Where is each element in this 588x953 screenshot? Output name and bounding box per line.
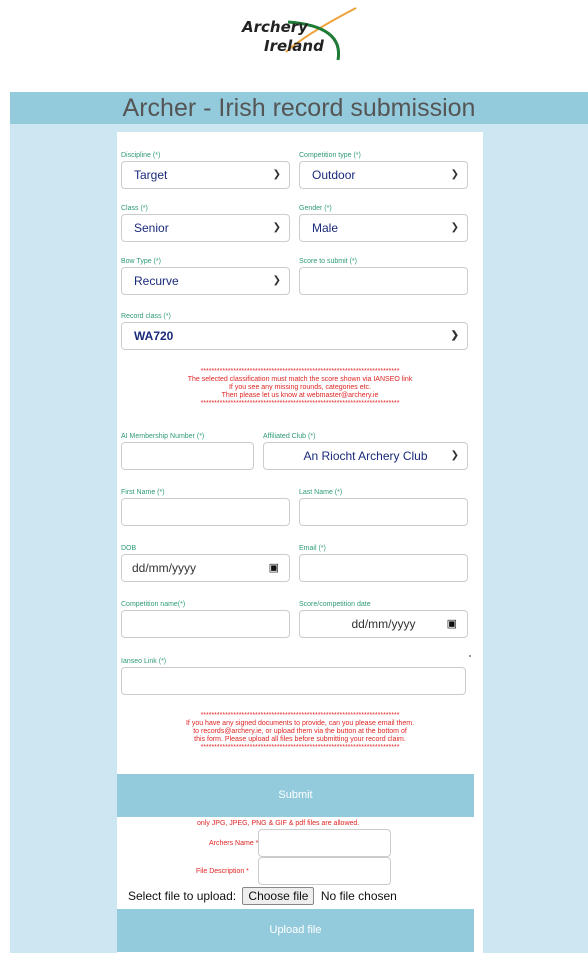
competition-type-value: Outdoor	[312, 168, 356, 182]
score-date-input[interactable]: dd/mm/yyyy ▣	[299, 610, 468, 638]
notice-stars-bottom: ****************************************…	[200, 400, 400, 407]
class-select[interactable]: Senior ❯	[121, 214, 290, 242]
logo-text-line2: Ireland	[264, 37, 324, 55]
left-margin-panel	[10, 132, 117, 953]
right-margin-panel	[483, 132, 588, 953]
record-class-value: WA720	[134, 329, 174, 343]
bow-type-value: Recurve	[134, 274, 179, 288]
ianseo-label: Ianseo Link (*)	[121, 658, 167, 665]
chevron-down-icon: ❯	[272, 222, 281, 233]
chevron-down-icon: ❯	[272, 275, 281, 286]
archery-ireland-logo: Archery Ireland	[228, 4, 362, 62]
record-submission-form: Discipline (*) Target ❯ Competition type…	[117, 132, 483, 953]
notice-stars-bottom: ****************************************…	[200, 744, 400, 751]
competition-type-label: Competition type (*)	[299, 152, 361, 159]
bow-type-label: Bow Type (*)	[121, 258, 161, 265]
page-title: Archer - Irish record submission	[122, 94, 476, 122]
ianseo-link-input[interactable]	[121, 667, 466, 695]
chevron-down-icon: ❯	[450, 330, 459, 341]
notice-line-1: If you have any signed documents to prov…	[185, 720, 415, 727]
competition-type-select[interactable]: Outdoor ❯	[299, 161, 468, 189]
score-date-label: Score/competition date	[299, 601, 371, 608]
notice-line-3: Then please let us know at webmaster@arc…	[221, 392, 379, 399]
last-name-input[interactable]	[299, 498, 468, 526]
competition-name-label: Competition name(*)	[121, 601, 186, 608]
club-value: An Riocht Archery Club	[303, 449, 428, 463]
discipline-select[interactable]: Target ❯	[121, 161, 290, 189]
gender-label: Gender (*)	[299, 205, 332, 212]
file-description-input[interactable]	[258, 857, 391, 885]
archers-name-label: Archers Name *	[209, 840, 259, 847]
membership-label: AI Membership Number (*)	[121, 433, 205, 440]
no-file-chosen-text: No file chosen	[320, 889, 397, 903]
notice-stars-top: ****************************************…	[200, 368, 400, 375]
bow-type-select[interactable]: Recurve ❯	[121, 267, 290, 295]
notice-line-2: If you see any missing rounds, categorie…	[228, 384, 372, 391]
calendar-icon[interactable]: ▣	[447, 611, 457, 637]
membership-input[interactable]	[121, 442, 254, 470]
gender-select[interactable]: Male ❯	[299, 214, 468, 242]
dob-placeholder: dd/mm/yyyy	[132, 561, 197, 575]
club-select[interactable]: An Riocht Archery Club ❯	[263, 442, 468, 470]
score-date-placeholder: dd/mm/yyyy	[351, 617, 416, 631]
select-file-label: Select file to upload:	[128, 889, 237, 903]
class-label: Class (*)	[121, 205, 148, 212]
classification-notice: ****************************************…	[117, 368, 483, 408]
discipline-value: Target	[134, 168, 168, 182]
first-name-input[interactable]	[121, 498, 290, 526]
logo-text-line1: Archery	[242, 18, 308, 36]
upload-file-button[interactable]: Upload file	[117, 909, 474, 952]
dob-label: DOB	[121, 545, 137, 552]
class-value: Senior	[134, 221, 169, 235]
notice-line-3: this form. Please upload all files befor…	[194, 736, 406, 743]
notice-line-1: The selected classification must match t…	[187, 376, 413, 383]
archers-name-input[interactable]	[258, 829, 391, 857]
submit-button[interactable]: Submit	[117, 774, 474, 817]
score-label: Score to submit (*)	[299, 258, 357, 265]
first-name-label: First Name (*)	[121, 489, 165, 496]
chevron-down-icon: ❯	[272, 169, 281, 180]
last-name-label: Last Name (*)	[299, 489, 343, 496]
notice-stars-top: ****************************************…	[200, 712, 400, 719]
email-label: Email (*)	[299, 545, 326, 552]
competition-name-input[interactable]	[121, 610, 290, 638]
score-input[interactable]	[299, 267, 468, 295]
calendar-icon[interactable]: ▣	[269, 555, 279, 581]
chevron-down-icon: ❯	[450, 169, 459, 180]
discipline-label: Discipline (*)	[121, 152, 161, 159]
scroll-marker	[469, 655, 471, 657]
allowed-files-note: only JPG, JPEG, PNG & GIF & pdf files ar…	[197, 820, 360, 827]
record-class-select[interactable]: WA720 ❯	[121, 322, 468, 350]
notice-line-2: to records@archery.ie, or upload them vi…	[193, 728, 407, 735]
documents-notice: ****************************************…	[117, 712, 483, 752]
file-description-label: File Description *	[196, 868, 249, 875]
club-label: Affiliated Club (*)	[263, 433, 316, 440]
chevron-down-icon: ❯	[450, 222, 459, 233]
email-input[interactable]	[299, 554, 468, 582]
dob-date-input[interactable]: dd/mm/yyyy ▣	[121, 554, 290, 582]
page-header: Archer - Irish record submission	[10, 92, 588, 124]
record-class-label: Record class (*)	[121, 313, 171, 320]
chevron-down-icon: ❯	[450, 450, 459, 461]
file-select-row: Select file to upload: Choose file No fi…	[128, 887, 397, 905]
choose-file-button[interactable]: Choose file	[242, 887, 315, 905]
header-divider	[10, 124, 588, 132]
gender-value: Male	[312, 221, 339, 235]
